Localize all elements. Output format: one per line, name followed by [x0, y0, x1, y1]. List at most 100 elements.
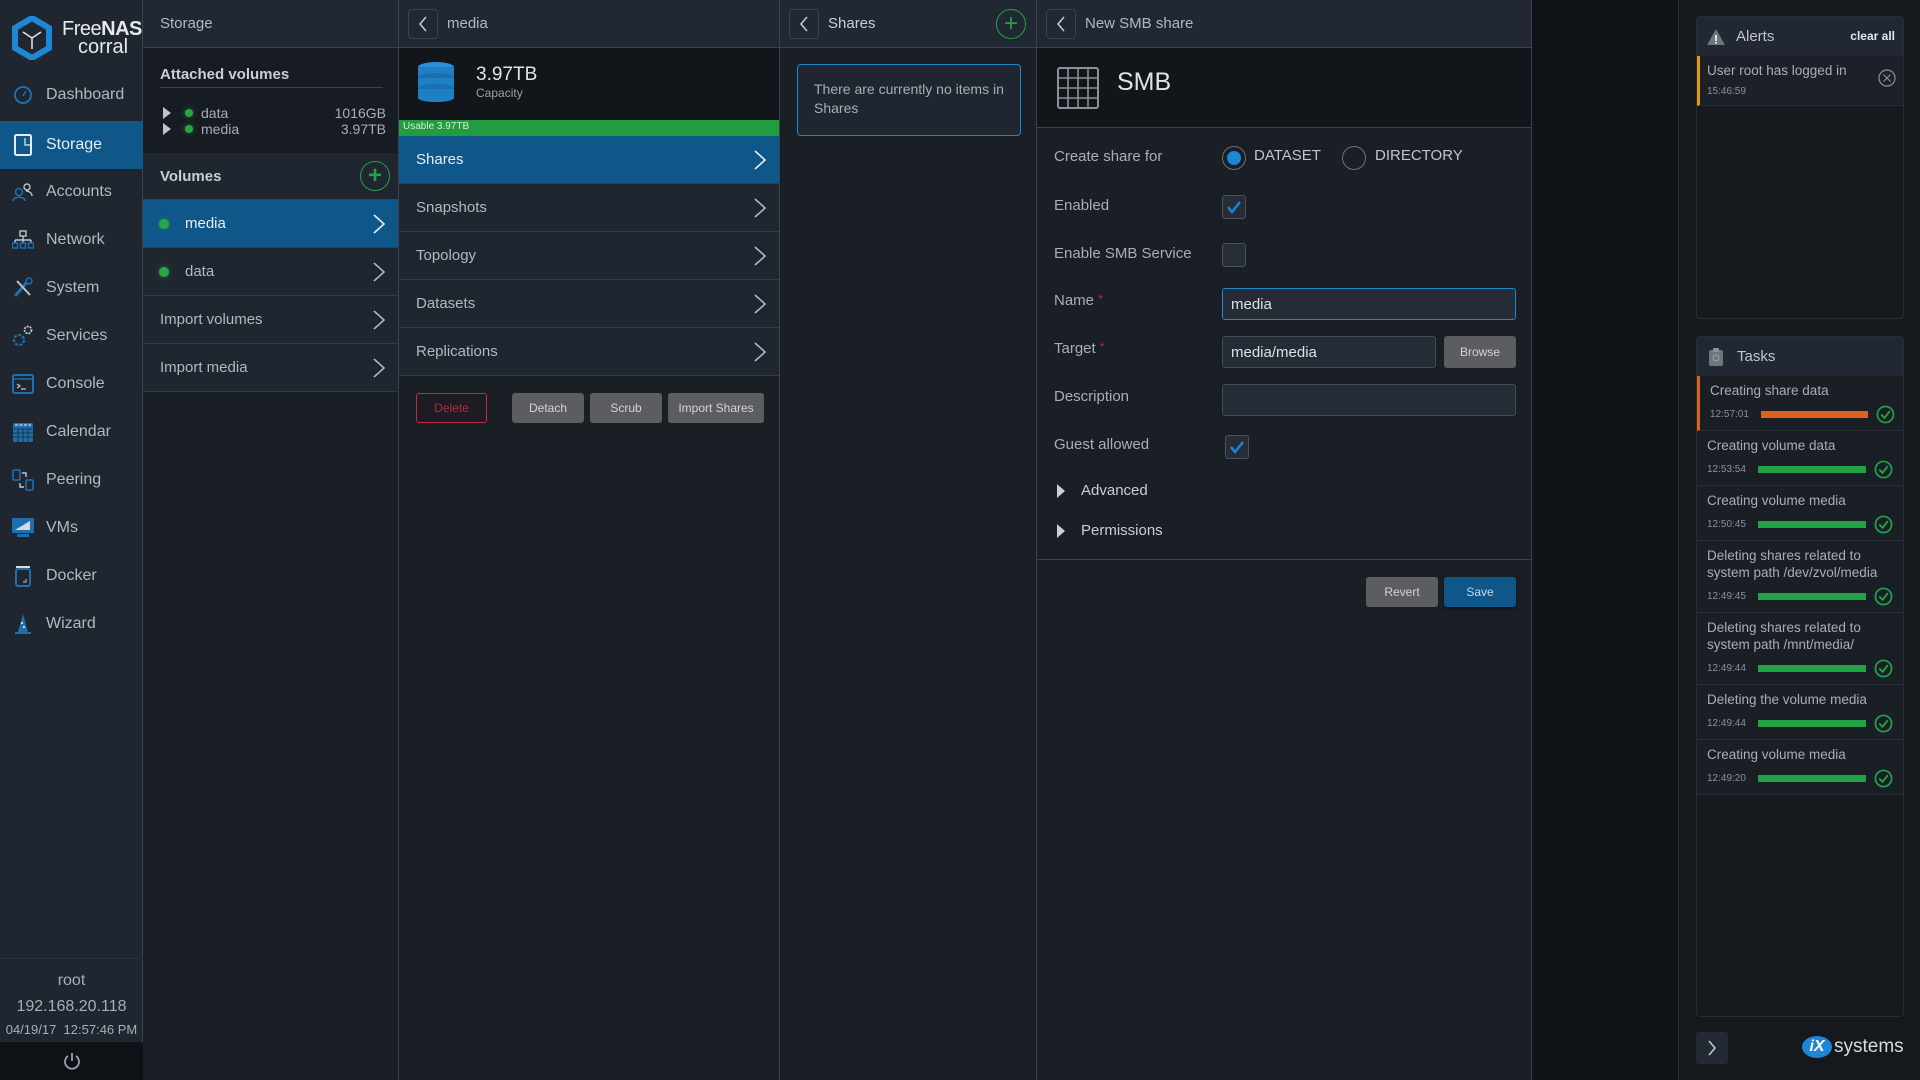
permissions-toggle[interactable]: Permissions — [1057, 522, 1163, 539]
browse-button[interactable]: Browse — [1444, 336, 1516, 368]
enabled-checkbox[interactable] — [1222, 195, 1246, 219]
revert-button[interactable]: Revert — [1366, 577, 1438, 607]
form-divider — [1037, 559, 1532, 560]
sidebar-item-console[interactable]: Console — [0, 360, 143, 408]
smb-header-title: New SMB share — [1085, 15, 1194, 32]
network-icon — [11, 228, 35, 252]
clear-all-alerts-link[interactable]: clear all — [1850, 29, 1895, 43]
task-progress-fill — [1758, 593, 1866, 600]
chevron-left-icon — [419, 16, 427, 31]
target-label: Target * — [1054, 340, 1105, 357]
task-progress-fill — [1758, 665, 1866, 672]
menu-item-topology[interactable]: Topology — [399, 232, 779, 280]
ip-address: 192.168.20.118 — [16, 998, 127, 1015]
scrub-button[interactable]: Scrub — [590, 393, 662, 423]
task-meta: 12:50:45 — [1697, 509, 1903, 540]
import-shares-button[interactable]: Import Shares — [668, 393, 764, 423]
description-input[interactable] — [1222, 384, 1516, 416]
radio-directory[interactable] — [1342, 146, 1366, 170]
sidebar-item-peering[interactable]: Peering — [0, 456, 143, 504]
power-button[interactable] — [0, 1042, 143, 1080]
sidebar-item-accounts[interactable]: Accounts — [0, 168, 143, 216]
expand-panel-button[interactable] — [1696, 1032, 1728, 1064]
name-input[interactable]: media — [1222, 288, 1516, 320]
sidebar-item-wizard[interactable]: Wizard — [0, 600, 143, 648]
shares-header: Shares + — [780, 0, 1036, 48]
sidebar-item-dashboard[interactable]: Dashboard — [0, 71, 143, 119]
task-meta: 12:57:01 — [1700, 399, 1903, 430]
chevron-left-icon — [1057, 16, 1065, 31]
back-button[interactable] — [1046, 8, 1076, 39]
enable-smb-service-checkbox[interactable] — [1222, 243, 1246, 267]
task-item: Creating share data 12:57:01 — [1697, 376, 1903, 431]
import-media-item[interactable]: Import media — [143, 344, 398, 392]
sidebar-item-vms[interactable]: VMs — [0, 504, 143, 552]
check-icon — [1227, 201, 1241, 214]
menu-item-replications[interactable]: Replications — [399, 328, 779, 376]
target-input[interactable]: media/media — [1222, 336, 1436, 368]
alert-time: 15:46:59 — [1707, 86, 1746, 97]
alerts-header: Alerts clear all — [1697, 17, 1903, 56]
volume-item-media[interactable]: media — [143, 200, 398, 248]
attached-volume-item[interactable]: media 3.97TB — [163, 121, 386, 137]
menu-item-shares[interactable]: Shares — [399, 136, 779, 184]
description-label: Description — [1054, 388, 1130, 405]
check-circle-icon — [1874, 587, 1893, 606]
target-input-value: media/media — [1231, 343, 1317, 361]
back-button[interactable] — [408, 8, 438, 39]
guest-allowed-checkbox[interactable] — [1225, 435, 1249, 459]
chevron-right-icon — [373, 262, 386, 282]
services-icon — [11, 324, 35, 348]
detach-button[interactable]: Detach — [512, 393, 584, 423]
add-volume-button[interactable]: + — [360, 161, 390, 191]
task-item: Deleting the volume media 12:49:44 — [1697, 685, 1903, 740]
tasks-title: Tasks — [1737, 348, 1776, 365]
caret-right-icon — [1057, 523, 1065, 538]
sidebar-item-network[interactable]: Network — [0, 216, 143, 264]
task-title: Deleting shares related to system path /… — [1707, 620, 1861, 652]
notifications-panel: Alerts clear all User root has logged in… — [1679, 0, 1920, 1080]
plus-icon: + — [1003, 10, 1018, 37]
permissions-label: Permissions — [1081, 522, 1163, 539]
check-icon — [1230, 441, 1244, 454]
back-button[interactable] — [789, 8, 819, 39]
tasks-card: Tasks Creating share data 12:57:01 Creat… — [1696, 336, 1904, 1017]
datetime: 04/19/17 12:57:46 PM — [5, 1022, 138, 1037]
import-volumes-item[interactable]: Import volumes — [143, 296, 398, 344]
task-meta: 12:49:44 — [1697, 708, 1903, 739]
dismiss-alert-icon[interactable] — [1878, 69, 1896, 87]
database-icon — [418, 62, 454, 102]
storage-column: Storage Attached volumes data 1016GB med… — [143, 0, 399, 1080]
add-share-button[interactable]: + — [996, 9, 1026, 39]
task-meta: 12:49:44 — [1697, 653, 1903, 684]
sidebar-item-docker[interactable]: Docker — [0, 552, 143, 600]
advanced-toggle[interactable]: Advanced — [1057, 482, 1148, 499]
status-dot — [185, 109, 193, 117]
task-time: 12:50:45 — [1707, 519, 1746, 530]
attached-volume-item[interactable]: data 1016GB — [163, 105, 386, 121]
save-button[interactable]: Save — [1444, 577, 1516, 607]
radio-dataset[interactable] — [1222, 146, 1246, 170]
task-progress-fill — [1758, 775, 1866, 782]
chevron-right-icon — [754, 150, 767, 170]
expand-icon[interactable] — [163, 123, 171, 135]
delete-button[interactable]: Delete — [416, 393, 487, 423]
target-label-text: Target — [1054, 340, 1096, 357]
volume-item-data[interactable]: data — [143, 248, 398, 296]
menu-item-snapshots[interactable]: Snapshots — [399, 184, 779, 232]
task-progress-fill — [1758, 720, 1866, 727]
sidebar-item-label: VMs — [46, 519, 78, 536]
sidebar-item-storage[interactable]: Storage — [0, 121, 143, 169]
sidebar-item-system[interactable]: System — [0, 264, 143, 312]
task-item: Creating volume data 12:53:54 — [1697, 431, 1903, 486]
task-title: Creating volume data — [1707, 438, 1836, 453]
sidebar-item-services[interactable]: Services — [0, 312, 143, 360]
sidebar-item-calendar[interactable]: Calendar — [0, 408, 143, 456]
volume-name: media — [185, 215, 226, 232]
main-sidebar: FreeNAS corral Dashboard Storage Account… — [0, 0, 143, 1080]
expand-icon[interactable] — [163, 107, 171, 119]
alerts-title: Alerts — [1736, 28, 1775, 45]
task-item: Creating volume media 12:50:45 — [1697, 486, 1903, 541]
menu-item-datasets[interactable]: Datasets — [399, 280, 779, 328]
task-title: Creating volume media — [1707, 493, 1846, 508]
